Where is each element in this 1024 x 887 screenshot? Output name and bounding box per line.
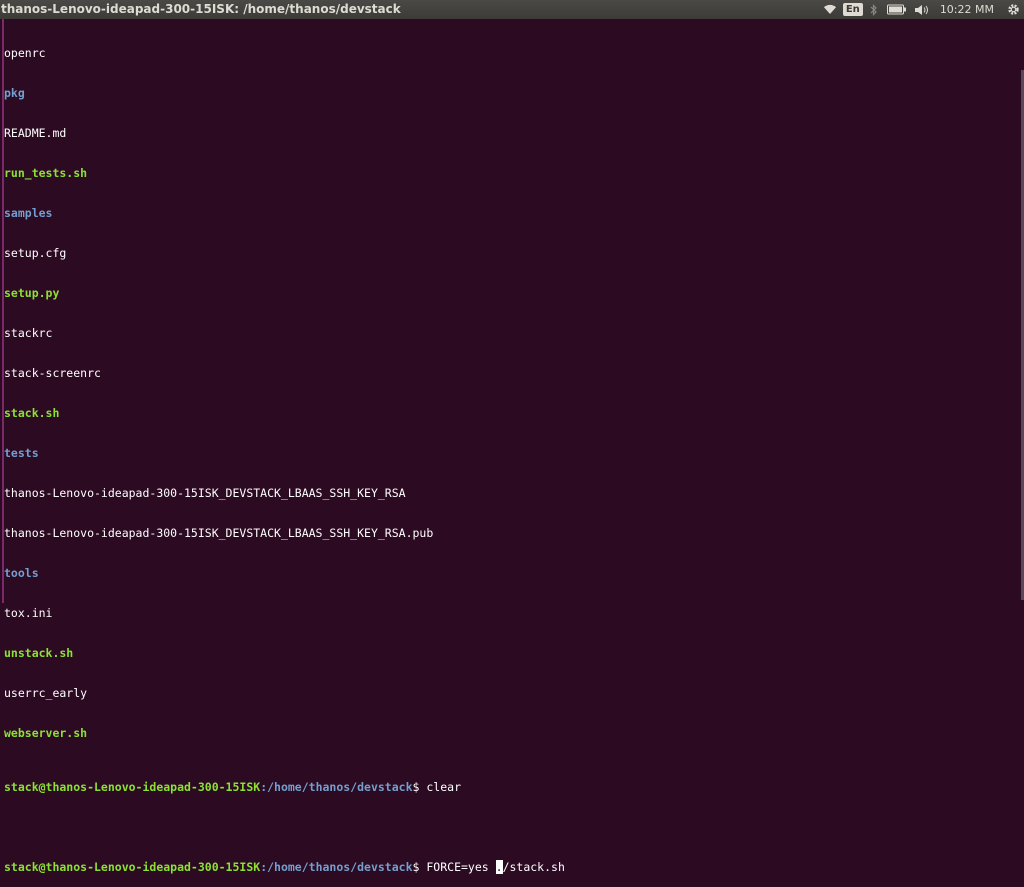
listing-entry: stackrc	[4, 325, 53, 340]
window-title: thanos-Lenovo-ideapad-300-15ISK: /home/t…	[1, 2, 401, 16]
listing-entry: tox.ini	[4, 606, 53, 621]
command-text: clear	[419, 779, 461, 794]
listing-entry: README.md	[4, 125, 67, 140]
listing-entry: unstack.sh	[4, 646, 74, 661]
prompt-user-host: stack@thanos-Lenovo-ideapad-300-15ISK	[4, 779, 261, 794]
listing-entry: pkg	[4, 85, 25, 100]
listing-entry: openrc	[4, 45, 46, 60]
command-input[interactable]: FORCE=yes	[419, 860, 495, 874]
prompt-symbol: $	[412, 779, 420, 794]
system-tray: En 10:22 MM	[818, 0, 1024, 19]
clock[interactable]: 10:22 MM	[934, 0, 1002, 19]
volume-icon[interactable]	[910, 0, 934, 19]
bluetooth-icon[interactable]	[864, 0, 884, 19]
listing-entry: tools	[4, 566, 39, 581]
listing-entry: tests	[4, 446, 39, 460]
prompt-line: stack@thanos-Lenovo-ideapad-300-15ISK:/h…	[4, 779, 565, 794]
listing-entry: stack.sh	[4, 405, 60, 420]
listing-entry: run_tests.sh	[4, 165, 88, 180]
listing-entry: setup.cfg	[4, 245, 67, 260]
prompt-line-active[interactable]: stack@thanos-Lenovo-ideapad-300-15ISK:/h…	[4, 859, 565, 874]
prompt-user-host: stack@thanos-Lenovo-ideapad-300-15ISK	[4, 859, 261, 874]
keyboard-layout-indicator[interactable]: En	[842, 0, 864, 19]
listing-entry: samples	[4, 205, 53, 220]
gear-icon[interactable]	[1002, 0, 1024, 19]
terminal-output: openrc pkg README.md run_tests.sh sample…	[4, 20, 565, 887]
listing-entry: webserver.sh	[4, 726, 88, 741]
top-panel: thanos-Lenovo-ideapad-300-15ISK: /home/t…	[0, 0, 1024, 19]
text-cursor: .	[495, 859, 503, 874]
wifi-icon[interactable]	[818, 0, 842, 19]
listing-entry: thanos-Lenovo-ideapad-300-15ISK_DEVSTACK…	[4, 486, 406, 501]
listing-entry: setup.py	[4, 285, 60, 300]
battery-icon[interactable]	[884, 0, 910, 19]
listing-entry: stack-screenrc	[4, 365, 101, 380]
listing-entry: thanos-Lenovo-ideapad-300-15ISK_DEVSTACK…	[4, 526, 434, 541]
command-input-rest[interactable]: /stack.sh	[503, 860, 565, 874]
listing-entry: userrc_early	[4, 686, 88, 701]
prompt-path: :/home/thanos/devstack	[260, 859, 413, 874]
prompt-symbol: $	[412, 859, 420, 874]
prompt-path: :/home/thanos/devstack	[260, 779, 413, 794]
